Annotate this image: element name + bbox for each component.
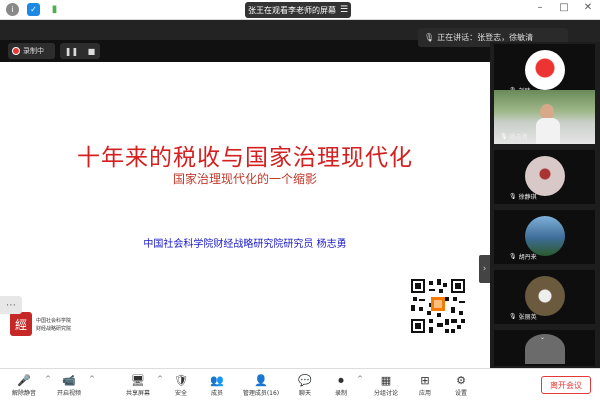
expand-panel-button[interactable]: ⋯: [0, 296, 22, 314]
meeting-window: i ✓ ▮ 张王在观看李老师的屏幕 ☰ – □ ✕ 录制中 ❚❚ ■ 🎙 正在讲…: [0, 0, 600, 400]
signal-icon[interactable]: ▮: [48, 3, 61, 16]
chevron-down-icon[interactable]: ⌄: [540, 334, 545, 341]
menu-icon: ☰: [339, 5, 349, 15]
recording-label: 录制中: [23, 47, 44, 55]
apps-label: 应用: [418, 389, 431, 397]
breakout-rooms-button[interactable]: ▦ 分组讨论: [370, 371, 402, 399]
mic-icon: 🎙: [424, 33, 435, 42]
mic-muted-icon: 🎤: [17, 373, 31, 387]
slide-title: 十年来的税收与国家治理现代化: [77, 145, 413, 171]
record-icon: ⏺: [338, 373, 344, 387]
chevron-up-icon[interactable]: ^: [89, 375, 95, 383]
avatar: [525, 50, 565, 90]
shield-icon: 🛡: [174, 373, 188, 387]
record-dot-icon: [12, 47, 20, 55]
participant-name: 张丽英: [518, 314, 537, 321]
seal-icon: 經: [10, 312, 32, 336]
participant-name: 徐静琪: [518, 194, 537, 201]
participant-tile[interactable]: 🎙 张丽英: [494, 270, 595, 324]
manage-members-button[interactable]: 👤 管理成员(16): [240, 371, 282, 399]
share-screen-button[interactable]: 🖥 共享屏幕 ^: [122, 371, 163, 399]
title-bar: i ✓ ▮ 张王在观看李老师的屏幕 ☰ – □ ✕: [0, 0, 600, 20]
recording-indicator[interactable]: 录制中: [8, 43, 55, 59]
gear-icon: ⚙: [456, 373, 466, 387]
participant-tile[interactable]: ⌄: [494, 330, 595, 366]
collapse-gallery-button[interactable]: ›: [479, 255, 490, 283]
apps-button[interactable]: ⊞ 应用: [414, 371, 436, 399]
security-button[interactable]: 🛡 安全: [170, 371, 192, 399]
unmute-label: 解除静音: [11, 389, 36, 397]
chevron-up-icon[interactable]: ^: [357, 375, 363, 383]
maximize-button[interactable]: □: [558, 2, 570, 13]
security-label: 安全: [174, 389, 187, 397]
chat-label: 聊天: [298, 389, 311, 397]
leave-meeting-button[interactable]: 离开会议: [541, 376, 591, 394]
minimize-button[interactable]: –: [534, 2, 546, 13]
avatar: [525, 156, 565, 196]
video-off-icon: 📹: [62, 373, 76, 387]
logo-line-2: 财经战略研究院: [36, 325, 72, 332]
avatar: [525, 276, 565, 316]
chat-icon: 💬: [298, 373, 312, 387]
record-label: 录制: [334, 389, 347, 397]
avatar: [525, 216, 565, 256]
slide-author: 中国社会科学院财经战略研究院研究员 杨志勇: [143, 239, 347, 250]
chevron-up-icon[interactable]: ^: [157, 375, 163, 383]
slide-subtitle: 国家治理现代化的一个缩影: [172, 172, 317, 186]
view-options-button[interactable]: 张王在观看李老师的屏幕 ☰: [245, 2, 351, 18]
pause-icon[interactable]: ❚❚: [65, 47, 78, 56]
participant-gallery: 🎙刘玮 🎙杨志勇 🎙徐静琪 🎙胡丹来 🎙张丽英 ⌄: [490, 42, 600, 368]
shared-screen: 十年来的税收与国家治理现代化 国家治理现代化的一个缩影 中国社会科学院财经战略研…: [0, 62, 490, 368]
members-icon: 👥: [210, 373, 224, 387]
participant-name: 杨志勇: [509, 134, 528, 141]
recording-controls: ❚❚ ■: [60, 43, 100, 59]
shield-icon[interactable]: ✓: [27, 3, 40, 16]
mic-muted-icon: 🎙: [509, 193, 517, 200]
breakout-rooms-label: 分组讨论: [373, 389, 398, 397]
chat-button[interactable]: 💬 聊天: [292, 371, 318, 399]
stop-icon[interactable]: ■: [88, 47, 96, 56]
participant-video: [536, 104, 560, 144]
participant-tile[interactable]: 🎙 徐静琪: [494, 150, 595, 204]
settings-button[interactable]: ⚙ 设置: [450, 371, 472, 399]
institute-logo: 經 中国社会科学院 财经战略研究院: [10, 312, 71, 336]
user-icon: 👤: [254, 373, 268, 387]
chevron-up-icon[interactable]: ^: [45, 375, 51, 383]
breakout-icon: ▦: [380, 373, 392, 387]
mic-muted-icon: 🎙: [509, 253, 517, 260]
settings-label: 设置: [454, 389, 467, 397]
start-video-button[interactable]: 📹 开启视频 ^: [52, 371, 95, 399]
share-screen-label: 共享屏幕: [125, 389, 150, 397]
close-button[interactable]: ✕: [582, 2, 594, 13]
mic-icon: 🎙: [500, 133, 508, 140]
manage-members-label: 管理成员(16): [242, 389, 280, 397]
participant-name: 胡丹来: [518, 254, 537, 261]
record-button[interactable]: ⏺ 录制 ^: [328, 371, 363, 399]
window-title: 张王在观看李老师的屏幕: [247, 5, 336, 15]
mic-muted-icon: 🎙: [509, 313, 517, 320]
recording-bar: 录制中 ❚❚ ■: [0, 40, 490, 62]
apps-icon: ⊞: [420, 373, 430, 387]
meeting-toolbar: 🎤 解除静音 ^ 📹 开启视频 ^ 🖥 共享屏幕 ^ 🛡 安全 👥 成员 👤 管…: [0, 368, 600, 400]
participant-tile[interactable]: 🎙 杨志勇: [494, 90, 595, 144]
logo-line-1: 中国社会科学院: [36, 317, 72, 324]
qr-code-icon: [411, 279, 465, 333]
info-icon[interactable]: i: [6, 3, 19, 16]
participant-tile[interactable]: 🎙 胡丹来: [494, 210, 595, 264]
start-video-label: 开启视频: [56, 389, 81, 397]
members-label: 成员: [210, 389, 223, 397]
unmute-button[interactable]: 🎤 解除静音 ^: [6, 371, 51, 399]
members-button[interactable]: 👥 成员: [204, 371, 230, 399]
share-screen-icon: 🖥: [131, 373, 145, 387]
